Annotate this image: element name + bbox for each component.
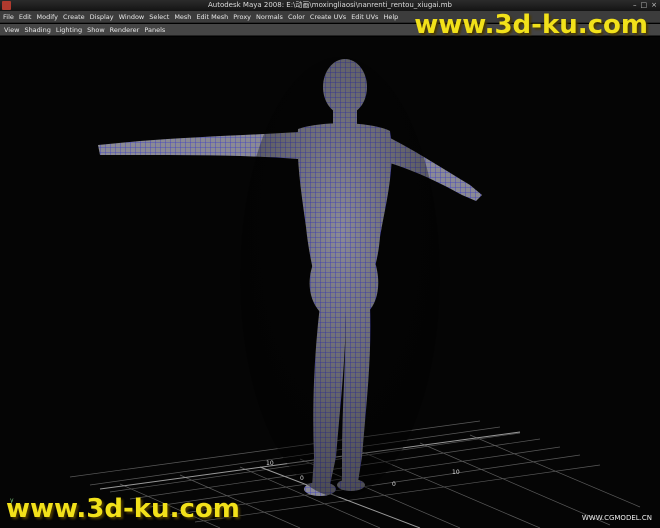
panel-menu-show[interactable]: Show xyxy=(87,26,105,34)
menu-select[interactable]: Select xyxy=(149,13,169,21)
panel-menu-lighting[interactable]: Lighting xyxy=(56,26,82,34)
panel-menu-shading[interactable]: Shading xyxy=(24,26,50,34)
perspective-viewport[interactable]: 10 10 0 0 y x xyxy=(0,37,660,528)
menu-file[interactable]: File xyxy=(3,13,14,21)
watermark-cgmodel: WWW.CGMODEL.CN xyxy=(581,514,652,522)
left-leg xyxy=(312,305,346,487)
grid-label-0b: 0 xyxy=(392,481,396,488)
menu-help[interactable]: Help xyxy=(383,13,398,21)
watermark-bottom: www.3d-ku.com xyxy=(6,494,240,524)
right-leg xyxy=(342,305,371,483)
menu-proxy[interactable]: Proxy xyxy=(233,13,251,21)
viewport-canvas[interactable] xyxy=(0,37,660,528)
hips xyxy=(309,252,379,312)
head xyxy=(323,59,367,115)
right-foot xyxy=(337,479,365,491)
grid-label-10b: 10 xyxy=(452,469,460,476)
menu-color[interactable]: Color xyxy=(288,13,305,21)
menu-display[interactable]: Display xyxy=(90,13,114,21)
left-foot xyxy=(304,482,336,496)
human-body-mesh[interactable] xyxy=(98,57,482,497)
left-arm xyxy=(98,132,300,159)
panel-menu-panels[interactable]: Panels xyxy=(144,26,165,34)
menu-edit-mesh[interactable]: Edit Mesh xyxy=(196,13,228,21)
panel-menu-renderer[interactable]: Renderer xyxy=(110,26,140,34)
close-icon[interactable]: × xyxy=(651,0,657,11)
watermark-top: www.3d-ku.com xyxy=(414,10,648,40)
menu-edit[interactable]: Edit xyxy=(19,13,32,21)
right-arm xyxy=(376,133,482,201)
menu-modify[interactable]: Modify xyxy=(36,13,58,21)
menu-edit-uvs[interactable]: Edit UVs xyxy=(351,13,378,21)
grid-label-10a: 10 xyxy=(266,460,274,467)
menu-normals[interactable]: Normals xyxy=(256,13,283,21)
menu-mesh[interactable]: Mesh xyxy=(174,13,191,21)
panel-menu-view[interactable]: View xyxy=(4,26,19,34)
menu-create-uvs[interactable]: Create UVs xyxy=(310,13,346,21)
menu-window[interactable]: Window xyxy=(119,13,145,21)
grid-label-0a: 0 xyxy=(300,475,304,482)
menu-create[interactable]: Create xyxy=(63,13,85,21)
